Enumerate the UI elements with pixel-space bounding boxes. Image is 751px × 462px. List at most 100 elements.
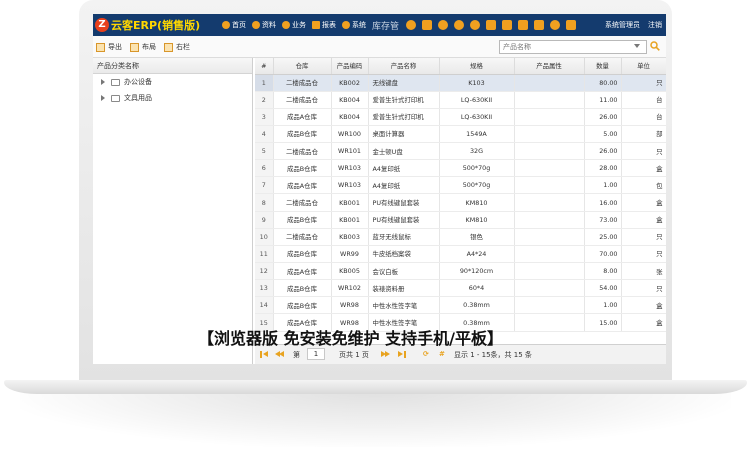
refresh-icon[interactable]: ⟳	[423, 350, 429, 358]
table-row[interactable]: 14 成品B仓库 WR98 中性水性签字笔 0.38mm 1.00 盒	[255, 296, 666, 315]
chevron-down-icon[interactable]	[634, 44, 640, 48]
cell-unit: 只	[621, 228, 666, 246]
diamond-icon[interactable]	[534, 20, 545, 30]
nav-home[interactable]: 首页	[222, 20, 246, 30]
expand-arrow-icon[interactable]	[101, 95, 105, 101]
record-summary: 显示 1 - 15条，共 15 条	[454, 351, 532, 359]
table-row[interactable]: 11 成品B仓库 WR99 牛皮纸档案袋 A4*24 70.00 只	[255, 245, 666, 264]
cell-name: 会议白板	[368, 262, 440, 281]
columns-button[interactable]: 右栏	[164, 42, 190, 52]
remove-circle-icon[interactable]	[454, 20, 465, 30]
prev-page-arrow[interactable]	[279, 351, 284, 357]
cell-name: 爱普生针式打印机	[368, 91, 440, 109]
cell-name: 中性水性签字笔	[368, 296, 440, 315]
top-bar: Z 云客ERP(销售版) 首页 资料 业务 报表 系统 库存管 系统管理员 注销	[93, 14, 666, 36]
cell-unit: 只	[621, 279, 666, 298]
cell-warehouse: 成品B仓库	[273, 159, 332, 178]
nav-business[interactable]: 业务	[282, 20, 306, 30]
tree-header: 产品分类名称	[93, 58, 252, 74]
tree-node-stationery[interactable]: 文具用品	[93, 90, 252, 106]
table-row[interactable]: 9 成品B仓库 KB001 PU有线键鼠套装 KM810 73.00 盒	[255, 211, 666, 229]
cell-spec: LQ-630KII	[439, 108, 515, 126]
cell-unit: 张	[621, 262, 666, 281]
cell-spec: KM810	[439, 211, 515, 229]
category-tree: 产品分类名称 办公设备 文具用品	[93, 58, 253, 364]
table-row[interactable]: 13 成品B仓库 WR102 装裱资料册 60*4 54.00 只	[255, 279, 666, 298]
cell-name: PU有线键鼠套装	[368, 193, 440, 212]
col-header-warehouse[interactable]: 仓库	[273, 58, 332, 75]
first-page-icon[interactable]	[260, 351, 262, 358]
first-page-arrow[interactable]	[263, 351, 268, 357]
expand-arrow-icon[interactable]	[101, 79, 105, 85]
table-row[interactable]: 10 二楼成品仓 KB003 蓝牙无线鼠标 银色 25.00 只	[255, 228, 666, 246]
table-row[interactable]: 7 成品A仓库 WR103 A4复印纸 500*70g 1.00 包	[255, 176, 666, 195]
nav-system[interactable]: 系统	[342, 20, 366, 30]
table-row[interactable]: 1 二楼成品仓 KB002 无线键盘 K103 80.00 只	[255, 74, 666, 92]
tree-node-office-equipment[interactable]: 办公设备	[93, 74, 252, 90]
table-row[interactable]: 12 成品A仓库 KB005 会议白板 90*120cm 8.00 张	[255, 262, 666, 281]
inventory-table: # 仓库 产品编码 产品名称 规格 产品属性 数量 单位 1 二楼成品仓 KB002…	[255, 58, 666, 332]
cell-unit: 盒	[621, 296, 666, 315]
col-header-code[interactable]: 产品编码	[331, 58, 369, 75]
cell-code: KB001	[331, 211, 369, 229]
cell-attribute	[514, 176, 585, 195]
table-row[interactable]: 5 二楼成品仓 WR101 金士顿U盘 32G 26.00 只	[255, 142, 666, 161]
col-header-name[interactable]: 产品名称	[368, 58, 440, 75]
nav-data[interactable]: 资料	[252, 20, 276, 30]
search-icon[interactable]	[650, 41, 660, 51]
asterisk-icon[interactable]	[550, 20, 561, 30]
user-name[interactable]: 系统管理员	[605, 20, 640, 30]
print-icon[interactable]	[486, 20, 497, 30]
marketing-image: Z 云客ERP(销售版) 首页 资料 业务 报表 系统 库存管 系统管理员 注销…	[0, 0, 751, 462]
document-icon[interactable]	[566, 20, 577, 30]
col-header-quantity[interactable]: 数量	[584, 58, 622, 75]
cell-quantity: 54.00	[584, 279, 622, 298]
row-index: 7	[255, 176, 274, 195]
col-header-index[interactable]: #	[255, 58, 274, 75]
cell-warehouse: 成品A仓库	[273, 108, 332, 126]
table-header-row: # 仓库 产品编码 产品名称 规格 产品属性 数量 单位	[255, 58, 666, 75]
nav-reports[interactable]: 报表	[312, 20, 336, 30]
plus-icon	[282, 21, 290, 29]
cell-attribute	[514, 125, 585, 144]
house-icon[interactable]	[422, 20, 433, 30]
col-header-spec[interactable]: 规格	[439, 58, 515, 75]
last-page-bar[interactable]	[404, 351, 406, 358]
alert-icon[interactable]	[470, 20, 481, 30]
quick-icons	[403, 20, 579, 30]
chart-bar-icon[interactable]	[502, 20, 513, 30]
table-row[interactable]: 3 成品A仓库 KB004 爱普生针式打印机 LQ-630KII 26.00 台	[255, 108, 666, 126]
flask-icon[interactable]	[518, 20, 529, 30]
page-number-input[interactable]: 1	[307, 348, 325, 360]
col-header-unit[interactable]: 单位	[621, 58, 666, 75]
cell-name: 桌面计算器	[368, 125, 440, 144]
cell-spec: LQ-630KII	[439, 91, 515, 109]
cell-quantity: 11.00	[584, 91, 622, 109]
cell-attribute	[514, 313, 585, 332]
table-row[interactable]: 4 成品B仓库 WR100 桌面计算器 1549A 5.00 部	[255, 125, 666, 144]
product-search-input[interactable]	[499, 40, 647, 54]
export-button[interactable]: 导出	[96, 42, 122, 52]
next-page-arrow[interactable]	[385, 351, 390, 357]
layout-button[interactable]: 布局	[130, 42, 156, 52]
cell-code: WR100	[331, 125, 369, 144]
col-header-attribute[interactable]: 产品属性	[514, 58, 585, 75]
add-circle-icon[interactable]	[438, 20, 449, 30]
folder-icon	[111, 94, 120, 102]
eye-icon[interactable]	[406, 20, 417, 30]
logout-button[interactable]: 注销	[648, 20, 662, 30]
table-row[interactable]: 8 二楼成品仓 KB001 PU有线键鼠套装 KM810 16.00 盒	[255, 193, 666, 212]
nav-label: 首页	[232, 21, 246, 29]
table-row[interactable]: 2 二楼成品仓 KB004 爱普生针式打印机 LQ-630KII 11.00 台	[255, 91, 666, 109]
table-row[interactable]: 6 成品B仓库 WR103 A4复印纸 500*70g 28.00 盒	[255, 159, 666, 178]
cell-spec: 银色	[439, 228, 515, 246]
cell-unit: 盒	[621, 193, 666, 212]
page-prefix: 第	[293, 351, 300, 359]
cell-attribute	[514, 142, 585, 161]
hash-icon[interactable]: #	[439, 350, 445, 358]
row-index: 10	[255, 228, 274, 246]
cell-quantity: 1.00	[584, 296, 622, 315]
last-page-icon[interactable]	[398, 351, 403, 357]
cell-code: KB003	[331, 228, 369, 246]
app-logo[interactable]: Z 云客ERP(销售版)	[95, 17, 200, 33]
